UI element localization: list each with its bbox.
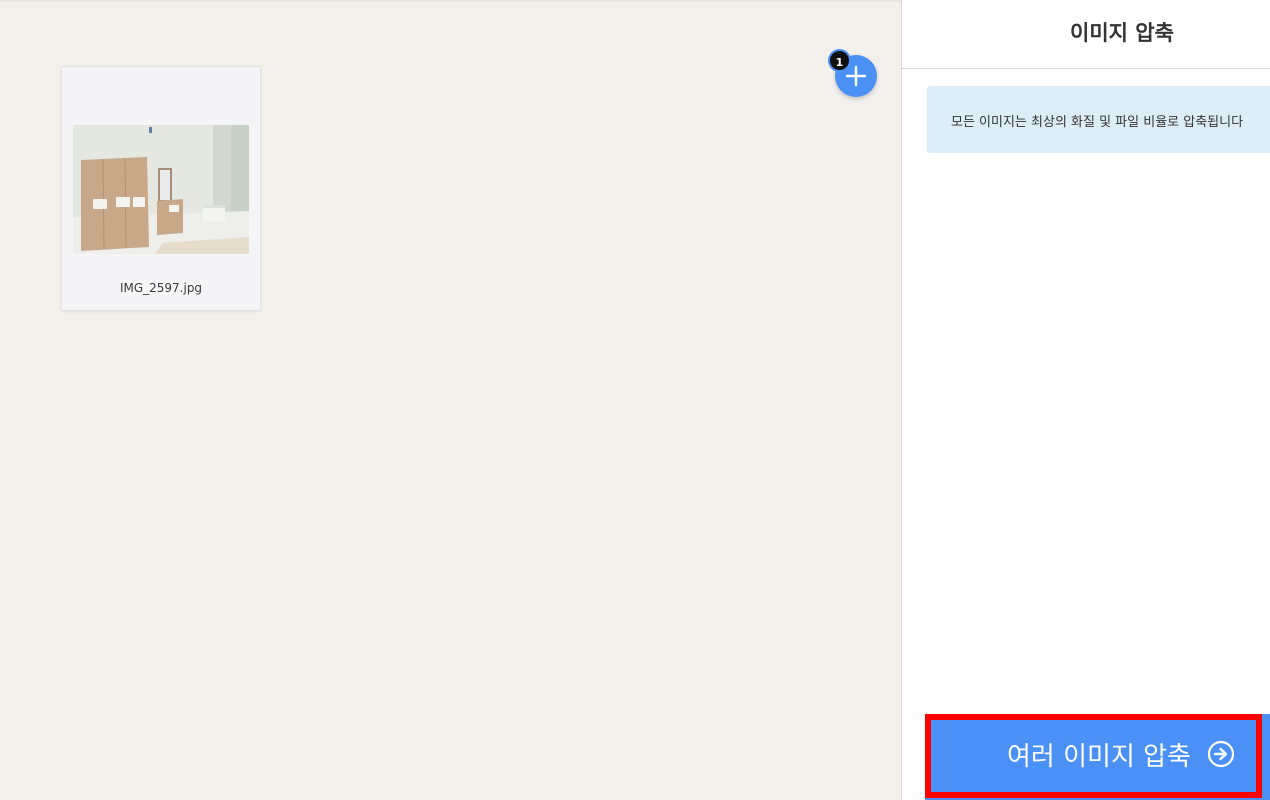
file-count-badge: 1	[828, 49, 851, 72]
sidebar: 이미지 압축 모든 이미지는 최상의 화질 및 파일 비율로 압축됩니다	[901, 0, 1270, 800]
room-photo	[73, 125, 249, 254]
file-workspace: IMG_2597.jpg 1	[0, 0, 901, 800]
file-card[interactable]: IMG_2597.jpg	[62, 67, 260, 310]
compress-button-label: 여러 이미지 압축	[1007, 742, 1191, 772]
file-name: IMG_2597.jpg	[119, 281, 203, 295]
compress-images-button[interactable]: 여러 이미지 압축	[925, 714, 1270, 800]
sidebar-title: 이미지 압축	[1070, 21, 1174, 45]
file-thumbnail	[73, 125, 249, 254]
info-box: 모든 이미지는 최상의 화질 및 파일 비율로 압축됩니다	[927, 86, 1270, 153]
app: IMG_2597.jpg 1 이미지 압축 모든 이미지는 최상의 화질 및 파…	[0, 0, 1270, 800]
info-text: 모든 이미지는 최상의 화질 및 파일 비율로 압축됩니다	[951, 115, 1244, 130]
sidebar-header: 이미지 압축	[902, 0, 1270, 69]
plus-icon	[846, 66, 866, 86]
arrow-right-circle-icon	[1207, 740, 1235, 768]
